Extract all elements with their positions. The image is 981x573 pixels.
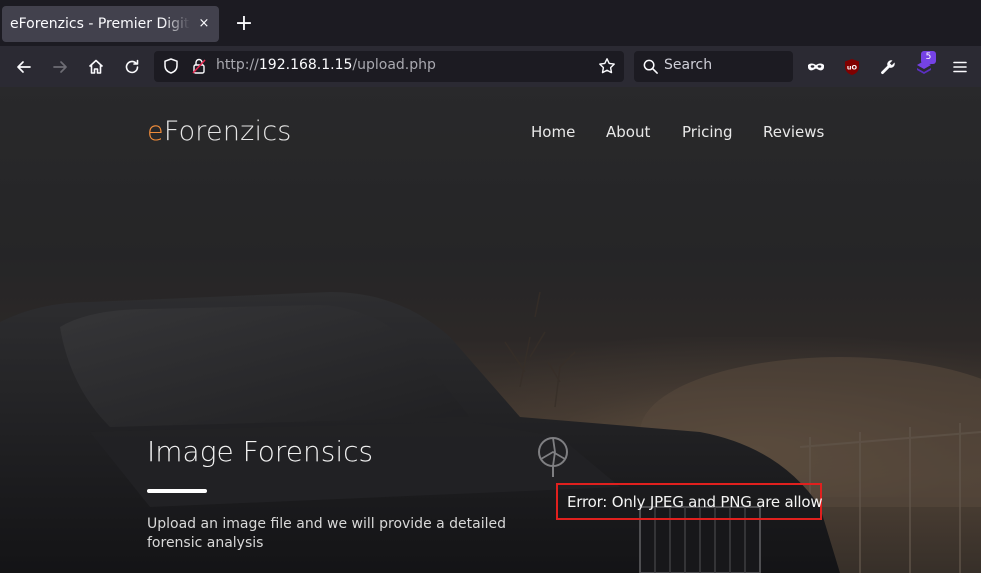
- browser-toolbar: http://192.168.1.15/upload.php Search uO…: [0, 46, 981, 87]
- back-button[interactable]: [11, 54, 37, 80]
- browser-tab-bar: eForenzics - Premier Digital Forensics ×…: [0, 0, 981, 46]
- hero-overlay: [0, 87, 981, 573]
- logo-text: Forenzics: [163, 116, 292, 147]
- ublock-button[interactable]: uO: [839, 54, 865, 80]
- hero-divider: [147, 489, 207, 493]
- private-mask-button[interactable]: [803, 54, 829, 80]
- url-bar[interactable]: http://192.168.1.15/upload.php: [154, 51, 624, 82]
- mask-icon: [808, 63, 824, 71]
- url-scheme: http://: [216, 57, 259, 73]
- bookmark-star-icon[interactable]: [598, 57, 616, 79]
- ublock-icon: uO: [845, 59, 859, 75]
- search-placeholder: Search: [664, 57, 713, 73]
- url-host: 192.168.1.15: [258, 57, 353, 73]
- tab-title: eForenzics - Premier Digital Forensics: [10, 16, 190, 32]
- url-text[interactable]: http://192.168.1.15/upload.php: [216, 57, 436, 73]
- url-path: /upload.php: [352, 57, 436, 73]
- menu-icon: [953, 61, 967, 73]
- wrench-icon: [881, 60, 895, 75]
- reload-button[interactable]: [119, 54, 145, 80]
- reload-icon: [125, 59, 139, 74]
- forward-button[interactable]: [47, 54, 73, 80]
- tab-close-icon[interactable]: ×: [195, 15, 213, 33]
- extension-badge: 5: [921, 51, 936, 64]
- nav-link-home[interactable]: Home: [531, 123, 575, 141]
- back-icon: [17, 61, 31, 73]
- search-icon: [642, 58, 659, 79]
- new-tab-button[interactable]: +: [233, 13, 255, 35]
- svg-text:uO: uO: [847, 64, 858, 72]
- browser-tab[interactable]: eForenzics - Premier Digital Forensics ×: [2, 6, 219, 42]
- nav-link-reviews[interactable]: Reviews: [763, 123, 824, 141]
- nav-link-about[interactable]: About: [606, 123, 650, 141]
- forward-icon: [53, 61, 67, 73]
- upload-error-message: Error: Only JPEG and PNG are allow: [567, 493, 823, 511]
- hero-title: Image Forensics: [147, 435, 374, 468]
- logo-accent-letter: e: [147, 116, 164, 147]
- lock-icon[interactable]: [190, 57, 208, 79]
- home-icon: [88, 59, 104, 74]
- tools-button[interactable]: [875, 54, 901, 80]
- nav-link-pricing[interactable]: Pricing: [682, 123, 733, 141]
- search-bar[interactable]: Search: [634, 51, 793, 82]
- shield-icon[interactable]: [162, 57, 180, 79]
- home-button[interactable]: [83, 54, 109, 80]
- app-menu-button[interactable]: [947, 54, 973, 80]
- site-logo[interactable]: eForenzics: [147, 116, 292, 147]
- hero-subtitle: Upload an image file and we will provide…: [147, 516, 507, 551]
- web-page: eForenzics Home About Pricing Reviews Im…: [0, 87, 981, 573]
